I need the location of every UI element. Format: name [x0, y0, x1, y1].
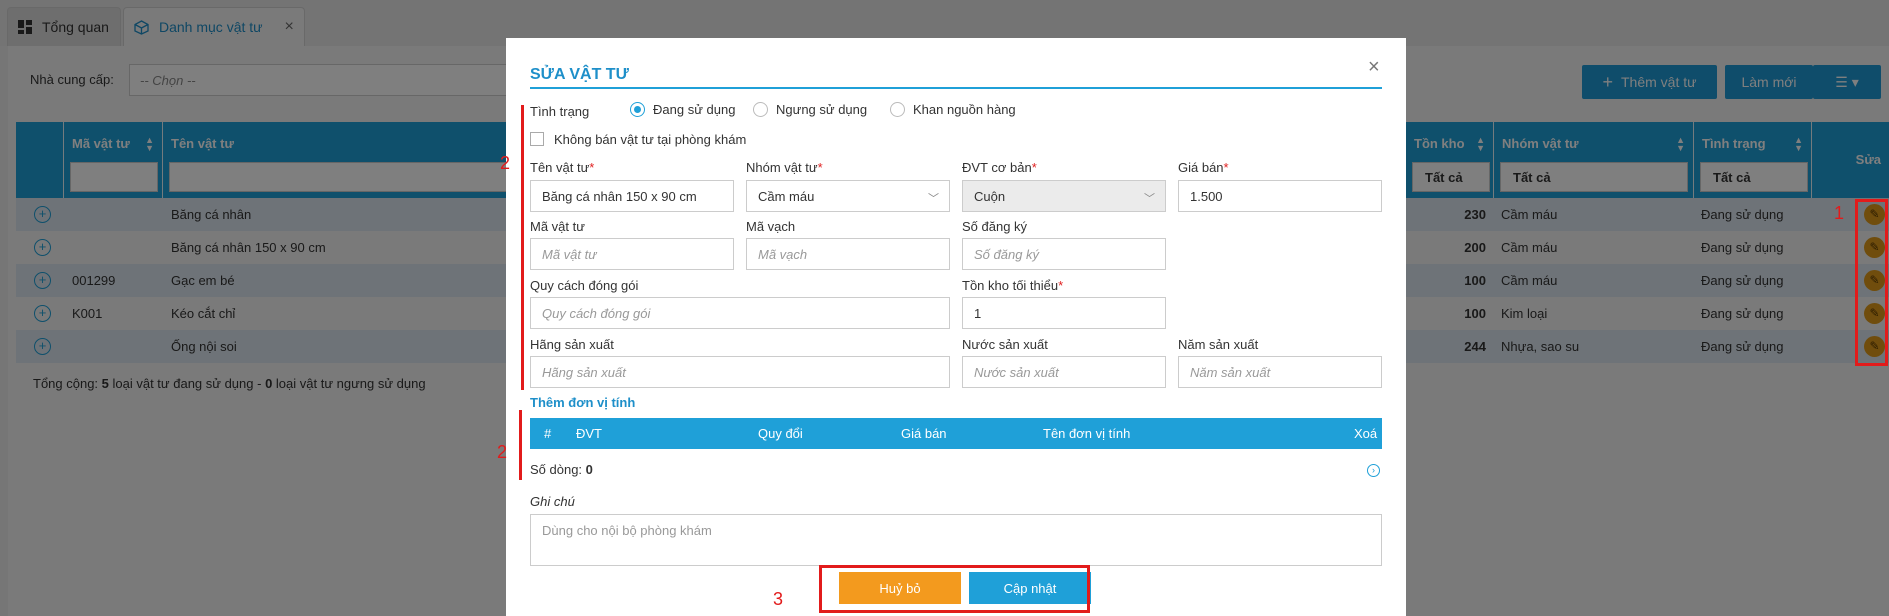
reg-number-input[interactable]: Số đăng ký	[962, 238, 1166, 270]
status-option-label: Ngưng sử dụng	[776, 102, 868, 117]
status-option-label: Đang sử dụng	[653, 102, 736, 117]
unit-col-idx: #	[544, 426, 552, 441]
country-label: Nước sản xuất	[962, 337, 1048, 352]
chevron-down-icon: ﹀	[1144, 193, 1155, 205]
edit-supply-modal: SỬA VẬT TƯ × Tình trạng Đang sử dụng Ngư…	[506, 38, 1406, 616]
unit-col-unit: ĐVT	[576, 426, 602, 441]
title-divider	[530, 87, 1382, 89]
name-label: Tên vật tư*	[530, 160, 595, 175]
radio-checked-icon	[630, 102, 645, 117]
unit-label: ĐVT cơ bản*	[962, 160, 1037, 175]
status-radio-stopped[interactable]: Ngưng sử dụng	[753, 102, 867, 117]
reg-number-label: Số đăng ký	[962, 219, 1028, 234]
annotation-line	[519, 410, 522, 480]
chevron-down-icon: ﹀	[928, 193, 939, 205]
unit-value: Cuộn	[974, 189, 1006, 204]
not-for-sale-label: Không bán vật tư tại phòng khám	[554, 132, 747, 147]
group-label: Nhóm vật tư*	[746, 160, 823, 175]
min-stock-label: Tồn kho tối thiểu*	[962, 278, 1064, 293]
radio-icon	[890, 102, 905, 117]
unit-table-header: # ĐVT Quy đổi Giá bán Tên đơn vị tính Xo…	[530, 418, 1382, 449]
maker-label: Hãng sản xuất	[530, 337, 614, 352]
annotation-line	[521, 105, 524, 390]
add-unit-link[interactable]: Thêm đơn vị tính	[530, 395, 635, 410]
name-input[interactable]: Băng cá nhân 150 x 90 cm	[530, 180, 734, 212]
maker-input[interactable]: Hãng sản xuất	[530, 356, 950, 388]
code-input[interactable]: Mã vật tư	[530, 238, 734, 270]
code-label: Mã vật tư	[530, 219, 585, 234]
status-option-label: Khan nguồn hàng	[913, 102, 1016, 117]
annotation-number: 1	[1834, 203, 1845, 223]
unit-col-name: Tên đơn vị tính	[1043, 426, 1131, 441]
unit-col-convert: Quy đổi	[758, 426, 803, 441]
unit-select: Cuộn ﹀	[962, 180, 1166, 212]
unit-col-delete: Xoá	[1354, 426, 1378, 441]
barcode-input[interactable]: Mã vạch	[746, 238, 950, 270]
group-value: Cầm máu	[758, 189, 815, 204]
next-icon[interactable]: ›	[1367, 464, 1380, 477]
barcode-label: Mã vạch	[746, 219, 796, 234]
not-for-sale-checkbox[interactable]	[530, 132, 544, 146]
status-radio-scarce[interactable]: Khan nguồn hàng	[890, 102, 1016, 117]
group-select[interactable]: Cầm máu ﹀	[746, 180, 950, 212]
country-input[interactable]: Nước sản xuất	[962, 356, 1166, 388]
unit-col-price: Giá bán	[901, 426, 947, 441]
packing-input[interactable]: Quy cách đóng gói	[530, 297, 950, 329]
annotation-number: 2	[500, 153, 511, 173]
annotation-number: 3	[773, 589, 784, 609]
status-radio-active[interactable]: Đang sử dụng	[630, 102, 735, 117]
annotation-number: 2	[497, 442, 508, 462]
annotation-box-edit	[1855, 199, 1888, 366]
row-count: Số dòng: 0	[530, 462, 593, 477]
close-icon[interactable]: ×	[1368, 56, 1380, 79]
year-input[interactable]: Năm sản xuất	[1178, 356, 1382, 388]
price-label: Giá bán*	[1178, 160, 1229, 175]
min-stock-input[interactable]: 1	[962, 297, 1166, 329]
year-label: Năm sản xuất	[1178, 337, 1259, 352]
note-label: Ghi chú	[530, 494, 575, 509]
annotation-box-buttons	[819, 565, 1090, 613]
price-input[interactable]: 1.500	[1178, 180, 1382, 212]
note-textarea[interactable]: Dùng cho nội bộ phòng khám	[530, 514, 1382, 566]
packing-label: Quy cách đóng gói	[530, 278, 639, 293]
status-label: Tình trạng	[530, 104, 590, 119]
radio-icon	[753, 102, 768, 117]
modal-title: SỬA VẬT TƯ	[530, 66, 629, 83]
